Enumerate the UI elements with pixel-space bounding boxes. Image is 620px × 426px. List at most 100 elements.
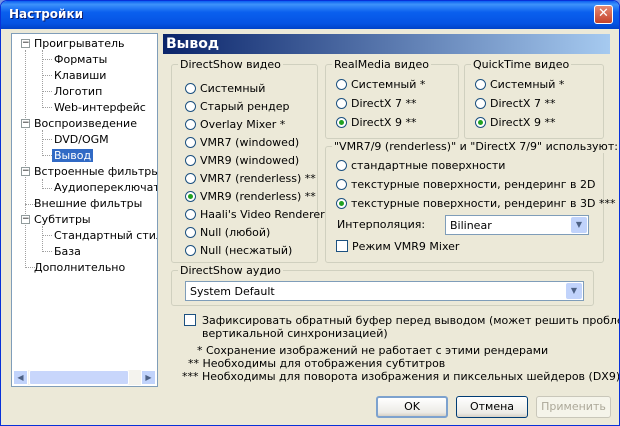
radio-icon: [336, 179, 347, 190]
interpolation-select[interactable]: Bilinear ▼: [445, 215, 589, 235]
tree-item-label: Форматы: [54, 53, 108, 66]
qt-radio-directx9[interactable]: DirectX 9 **: [475, 116, 555, 130]
directshow-video-group: DirectShow видео Системный Старый рендер…: [171, 58, 325, 263]
ds-radio-haali-renderer[interactable]: Haali's Video Renderer: [185, 208, 325, 222]
radio-label: Системный *: [351, 78, 426, 91]
ds-radio-old-renderer[interactable]: Старый рендер: [185, 100, 289, 114]
tree-item-audio-switcher[interactable]: Аудиопереключатель: [54, 180, 157, 195]
tree-item-player[interactable]: Проигрыватель: [34, 36, 125, 51]
radio-icon: [336, 79, 347, 90]
rm-radio-system[interactable]: Системный *: [336, 78, 425, 92]
tree-item-external-filters[interactable]: Внешние фильтры: [34, 196, 142, 211]
audio-renderer-select[interactable]: System Default ▼: [185, 281, 584, 301]
lock-back-buffer-checkbox[interactable]: [184, 314, 200, 342]
collapse-icon[interactable]: −: [21, 215, 30, 224]
output-settings-panel: DirectShow видео Системный Старый рендер…: [161, 55, 619, 387]
ok-button[interactable]: OK: [376, 396, 448, 418]
ds-radio-null-any[interactable]: Null (любой): [185, 226, 270, 240]
tree-item-misc[interactable]: Дополнительно: [34, 260, 125, 275]
radio-label: VMR7 (renderless) **: [200, 172, 316, 185]
window-title: Настройки: [9, 7, 84, 21]
scroll-left-icon[interactable]: ◀: [13, 370, 28, 385]
tree-item-label: Логотип: [54, 85, 103, 98]
ds-radio-vmr7-windowed[interactable]: VMR7 (windowed): [185, 136, 299, 150]
rm-radio-directx9[interactable]: DirectX 9 **: [336, 116, 416, 130]
tree-line: [42, 235, 52, 236]
vmr-radio-texture-3d[interactable]: текстурные поверхности, рендеринг в 3D *…: [336, 197, 615, 211]
checkbox-label: Режим VMR9 Mixer: [352, 240, 460, 253]
page-title: Вывод: [163, 34, 610, 54]
radio-label: Null (несжатый): [200, 244, 293, 257]
quicktime-video-legend: QuickTime видео: [471, 58, 572, 71]
chevron-down-icon[interactable]: ▼: [566, 283, 582, 299]
radio-icon: [185, 245, 196, 256]
ds-radio-null-uncompressed[interactable]: Null (несжатый): [185, 244, 292, 258]
radio-icon: [185, 209, 196, 220]
scrollbar-thumb[interactable]: [29, 370, 129, 385]
collapse-icon[interactable]: −: [21, 39, 30, 48]
tree-item-label: Встроенные фильтры: [34, 165, 158, 178]
note-3: *** Необходимы для поворота изображения …: [182, 370, 620, 383]
tree-line: [42, 226, 43, 252]
vmr-radio-texture-2d[interactable]: текстурные поверхности, рендеринг в 2D: [336, 178, 595, 192]
tree-item-database[interactable]: База: [54, 244, 81, 259]
ds-radio-system[interactable]: Системный: [185, 82, 265, 96]
collapse-icon[interactable]: −: [21, 167, 30, 176]
tree-line: [42, 75, 52, 76]
radio-label: DirectX 7 **: [351, 97, 417, 110]
tree-item-logo[interactable]: Логотип: [54, 84, 102, 99]
tree-item-label: Субтитры: [34, 213, 91, 226]
tree-item-keys[interactable]: Клавиши: [54, 68, 106, 83]
tree-horizontal-scrollbar[interactable]: ◀ ▶: [13, 370, 156, 385]
apply-button[interactable]: Применить: [536, 396, 611, 418]
close-icon: ✕: [598, 6, 609, 21]
chevron-down-icon[interactable]: ▼: [571, 217, 587, 233]
tree-item-output[interactable]: Вывод: [52, 148, 94, 163]
scroll-right-icon[interactable]: ▶: [141, 370, 156, 385]
radio-icon: [185, 227, 196, 238]
close-button[interactable]: ✕: [594, 5, 613, 24]
tree-item-subtitles[interactable]: Субтитры: [34, 212, 91, 227]
realmedia-video-group: RealMedia видео Системный * DirectX 7 **…: [325, 58, 459, 139]
vmr-radio-standard[interactable]: стандартные поверхности: [336, 159, 505, 173]
radio-label: VMR9 (windowed): [200, 154, 300, 167]
tree-item-internal-filters[interactable]: Встроенные фильтры: [34, 164, 158, 179]
realmedia-video-legend: RealMedia видео: [332, 58, 431, 71]
tree-line: [42, 130, 43, 156]
tree-item-label: Клавиши: [54, 69, 107, 82]
tree-item-label: Проигрыватель: [34, 37, 125, 50]
tree-item-default-style[interactable]: Стандартный стиль: [54, 228, 157, 243]
ds-radio-vmr7-renderless[interactable]: VMR7 (renderless) **: [185, 172, 316, 186]
radio-label: текстурные поверхности, рендеринг в 2D: [351, 178, 596, 191]
radio-icon: [185, 83, 196, 94]
directshow-video-legend: DirectShow видео: [178, 58, 283, 71]
radio-icon: [185, 119, 196, 130]
vmr9-mixer-checkbox[interactable]: Режим VMR9 Mixer: [336, 240, 459, 254]
radio-label: DirectX 7 **: [490, 97, 556, 110]
radio-icon: [336, 160, 347, 171]
checkbox-icon: [336, 240, 348, 252]
settings-tree: − − − − Проигрыватель Форматы Клавиши Ло…: [11, 33, 158, 387]
rm-radio-directx7[interactable]: DirectX 7 **: [336, 97, 416, 111]
qt-radio-directx7[interactable]: DirectX 7 **: [475, 97, 555, 111]
vmr-surfaces-group: "VMR7/9 (renderless)" и "DirectX 7/9" ис…: [325, 140, 619, 263]
radio-label: Системный: [200, 82, 266, 95]
radio-label: Haali's Video Renderer: [200, 208, 325, 221]
tree-item-label: Дополнительно: [34, 261, 126, 274]
note-2: ** Необходимы для отображения субтитров: [188, 357, 446, 370]
interpolation-value: Bilinear: [450, 219, 492, 232]
ds-radio-overlay-mixer[interactable]: Overlay Mixer *: [185, 118, 285, 132]
tree-item-label: Web-интерфейс: [54, 101, 146, 114]
tree-item-formats[interactable]: Форматы: [54, 52, 107, 67]
ds-radio-vmr9-renderless[interactable]: VMR9 (renderless) **: [185, 190, 316, 204]
collapse-icon[interactable]: −: [21, 119, 30, 128]
tree-item-web-interface[interactable]: Web-интерфейс: [54, 100, 146, 115]
title-bar[interactable]: Настройки ✕: [1, 1, 619, 29]
tree-item-playback[interactable]: Воспроизведение: [34, 116, 137, 131]
tree-line: [42, 59, 52, 60]
tree-line: [25, 50, 26, 266]
cancel-button[interactable]: Отмена: [456, 396, 528, 418]
qt-radio-system[interactable]: Системный *: [475, 78, 564, 92]
tree-item-dvd-ogm[interactable]: DVD/OGM: [54, 132, 109, 147]
ds-radio-vmr9-windowed[interactable]: VMR9 (windowed): [185, 154, 299, 168]
